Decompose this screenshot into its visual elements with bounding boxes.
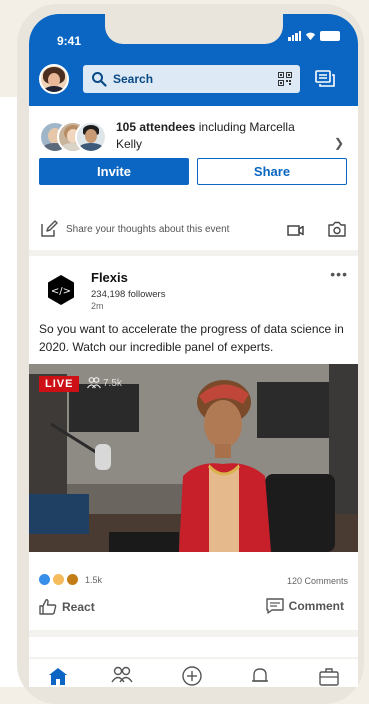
people-icon — [87, 377, 101, 389]
react-label: React — [62, 599, 95, 614]
comment-icon — [265, 598, 284, 614]
live-video-still — [29, 364, 358, 552]
attendee-count: 105 attendees — [116, 120, 196, 134]
app-screen: 9:41 Search 105 attendees including Marc… — [29, 14, 358, 687]
viewer-count: 7.5k — [87, 377, 122, 389]
wifi-icon — [305, 32, 316, 41]
insightful-reaction-icon — [53, 574, 64, 585]
jobs-icon[interactable] — [318, 666, 340, 686]
video-icon[interactable] — [287, 223, 304, 237]
phone-notch — [105, 14, 283, 44]
post-icon[interactable] — [181, 666, 203, 686]
search-icon — [92, 72, 107, 87]
reaction-count: 1.5k — [85, 574, 103, 585]
home-icon[interactable] — [47, 666, 69, 686]
attendee-avatar — [75, 121, 107, 153]
like-reaction-icon — [39, 574, 50, 585]
reaction-summary[interactable]: 1.5k — [39, 574, 102, 585]
more-icon[interactable]: ••• — [330, 266, 348, 282]
notifications-icon[interactable] — [249, 666, 271, 686]
celebrate-reaction-icon — [67, 574, 78, 585]
camera-icon[interactable] — [328, 221, 346, 237]
composer-prompt: Share your thoughts about this event — [66, 224, 230, 235]
react-button[interactable]: React — [39, 598, 95, 615]
chevron-right-icon[interactable]: ❯ — [334, 136, 344, 150]
status-icons — [288, 30, 340, 41]
attendee-avatars — [39, 121, 109, 153]
company-logo-text: </> — [51, 286, 71, 297]
like-icon — [39, 599, 57, 615]
battery-icon — [320, 30, 340, 41]
live-video[interactable]: LIVE 7.5k — [29, 364, 358, 552]
signal-icon — [288, 30, 301, 41]
search-row: Search — [39, 62, 349, 96]
post-text: So you want to accelerate the progress o… — [39, 322, 344, 354]
share-button[interactable]: Share — [197, 158, 347, 185]
search-input[interactable]: Search — [83, 65, 300, 93]
bottom-tab-bar — [29, 659, 358, 687]
company-name[interactable]: Flexis — [91, 270, 128, 285]
invite-button[interactable]: Invite — [39, 158, 189, 185]
attendee-summary[interactable]: 105 attendees including Marcella Kelly — [116, 119, 316, 153]
network-icon[interactable] — [111, 666, 133, 686]
search-placeholder: Search — [113, 72, 154, 86]
pencil-icon — [41, 220, 58, 237]
qr-code-icon[interactable] — [278, 72, 292, 86]
next-feed-card — [29, 637, 358, 657]
profile-avatar[interactable] — [39, 64, 69, 94]
viewer-count-value: 7.5k — [103, 377, 122, 389]
live-badge: LIVE — [39, 376, 80, 392]
share-composer[interactable]: Share your thoughts about this event — [29, 210, 358, 250]
comment-count[interactable]: 120 Comments — [287, 576, 348, 586]
follower-count: 234,198 followers — [91, 289, 166, 300]
event-attendees-card: 105 attendees including Marcella Kelly ❯… — [29, 106, 358, 215]
comment-label: Comment — [288, 599, 344, 613]
post-time: 2m — [91, 301, 104, 311]
comment-button[interactable]: Comment — [265, 598, 344, 614]
app-header: 9:41 Search — [29, 14, 358, 106]
status-time: 9:41 — [57, 34, 82, 48]
company-logo[interactable]: </> — [46, 275, 76, 305]
messaging-icon[interactable] — [315, 70, 335, 88]
post-card: </> Flexis 234,198 followers 2m ••• So y… — [29, 256, 358, 630]
